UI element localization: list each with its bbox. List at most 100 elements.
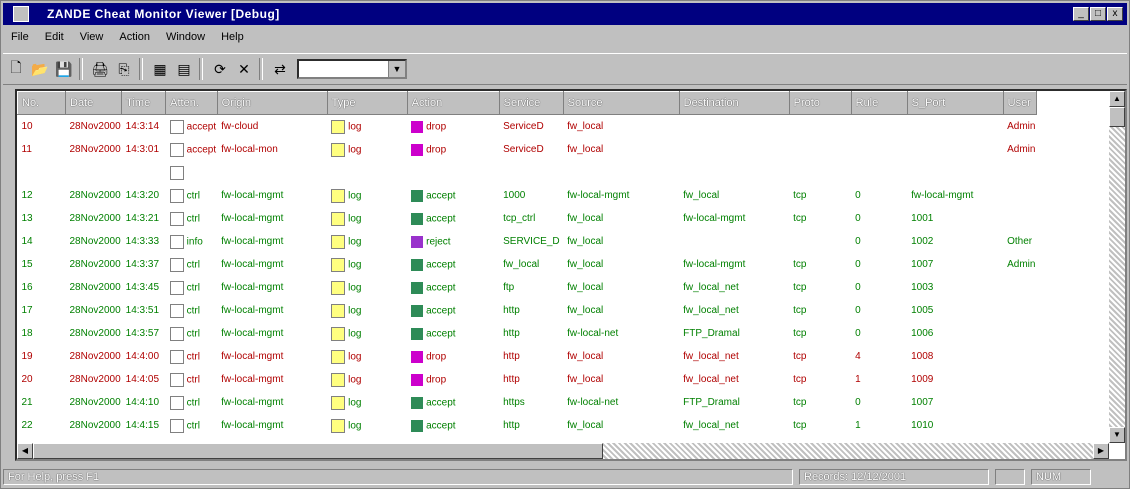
row-checkbox[interactable]	[169, 188, 184, 203]
table-row[interactable]: 21 28Nov2000 14:4:10 ctrl fw-local-mgmt log ac…	[18, 391, 1037, 414]
cell-action: reject	[407, 230, 499, 253]
vertical-scrollbar[interactable]: ▲ ▼	[1109, 91, 1125, 443]
row-checkbox[interactable]	[169, 395, 184, 410]
table-row[interactable]: 17 28Nov2000 14:3:51 ctrl fw-local-mgmt log ac…	[18, 299, 1037, 322]
table-row[interactable]: 19 28Nov2000 14:4:00 ctrl fw-local-mgmt log dr…	[18, 345, 1037, 368]
horizontal-scroll-thumb[interactable]	[33, 443, 603, 459]
column-header[interactable]: Type	[326, 91, 408, 115]
cell-destination	[679, 230, 789, 253]
print-icon[interactable]: 🖨	[89, 58, 111, 80]
column-header[interactable]: Proto	[788, 91, 852, 115]
scroll-left-icon[interactable]: ◀	[17, 443, 33, 459]
accept-icon	[411, 327, 424, 340]
table-row[interactable]: 22 28Nov2000 14:4:15 ctrl fw-local-mgmt log ac…	[18, 414, 1037, 437]
column-header[interactable]: No.	[17, 91, 66, 115]
cell-source: fw_local	[563, 299, 679, 322]
log-type-icon	[331, 257, 346, 272]
row-checkbox[interactable]	[169, 349, 184, 364]
cell-text: FTP_Dramal	[683, 328, 740, 339]
cell-text: http	[503, 351, 520, 362]
accept-icon	[411, 281, 424, 294]
scroll-down-icon[interactable]: ▼	[1109, 427, 1125, 443]
row-checkbox[interactable]	[169, 119, 184, 134]
table-row[interactable]: 11 28Nov2000 14:3:01 accept fw-local-mon log d…	[18, 138, 1037, 161]
table-row[interactable]: 20 28Nov2000 14:4:05 ctrl fw-local-mgmt log dr…	[18, 368, 1037, 391]
table-row[interactable]	[18, 161, 1037, 184]
title-bar[interactable]: ZANDE Cheat Monitor Viewer [Debug] _ □ x	[3, 3, 1127, 25]
row-checkbox[interactable]	[169, 142, 184, 157]
cell-origin: fw-local-mgmt	[217, 368, 327, 391]
save-icon[interactable]: 💾	[53, 58, 75, 80]
row-checkbox[interactable]	[169, 326, 184, 341]
table-row[interactable]: 10 28Nov2000 14:3:14 accept fw-cloud log drop S…	[18, 115, 1037, 139]
copy-icon[interactable]: ⎘	[113, 58, 135, 80]
row-checkbox[interactable]	[169, 211, 184, 226]
cell-text: ctrl	[186, 397, 200, 409]
cell-destination	[679, 115, 789, 139]
vertical-scroll-thumb[interactable]	[1109, 107, 1125, 127]
log-type-icon	[331, 395, 346, 410]
cell-text: log	[348, 305, 362, 317]
column-header[interactable]: Action	[406, 91, 500, 115]
maximize-button[interactable]: □	[1090, 7, 1106, 21]
menu-action[interactable]: Action	[111, 31, 158, 43]
table-row[interactable]: 13 28Nov2000 14:3:21 ctrl fw-local-mgmt log ac…	[18, 207, 1037, 230]
menu-file[interactable]: File	[3, 31, 37, 43]
table-row[interactable]: 15 28Nov2000 14:3:37 ctrl fw-local-mgmt log ac…	[18, 253, 1037, 276]
cell-proto: tcp	[789, 299, 851, 322]
column-header[interactable]: S_Port	[906, 91, 1004, 115]
log-type-icon	[331, 303, 346, 318]
cell-text: 14:4:05	[125, 374, 160, 385]
row-checkbox[interactable]	[169, 234, 184, 249]
cell-text: fw-cloud	[221, 121, 259, 132]
minimize-button[interactable]: _	[1073, 7, 1089, 21]
close-button[interactable]: x	[1107, 7, 1123, 21]
row-checkbox[interactable]	[169, 257, 184, 272]
filter-combo[interactable]: ▼	[297, 59, 407, 79]
row-checkbox[interactable]	[169, 303, 184, 318]
new-icon[interactable]: 🗋	[5, 58, 27, 80]
column-header[interactable]: Origin	[216, 91, 328, 115]
cell-text: 28Nov2000	[69, 144, 121, 155]
table-row[interactable]: 16 28Nov2000 14:3:45 ctrl fw-local-mgmt log ac…	[18, 276, 1037, 299]
menu-help[interactable]: Help	[213, 31, 252, 43]
cell-text: 14:4:00	[125, 351, 160, 362]
sort-icon[interactable]: ▤	[173, 58, 195, 80]
cell-rule: 4	[851, 345, 907, 368]
menu-view[interactable]: View	[72, 31, 112, 43]
row-checkbox[interactable]	[169, 372, 184, 387]
scroll-up-icon[interactable]: ▲	[1109, 91, 1125, 107]
column-header[interactable]: Date	[64, 91, 123, 115]
scroll-right-icon[interactable]: ▶	[1093, 443, 1109, 459]
cell-destination: FTP_Dramal	[679, 322, 789, 345]
column-header[interactable]: Time	[121, 91, 167, 115]
column-header[interactable]: Service	[498, 91, 564, 115]
row-checkbox[interactable]	[169, 280, 184, 295]
cell-text: accept	[426, 328, 456, 340]
row-checkbox[interactable]	[169, 418, 184, 433]
table-row[interactable]: 14 28Nov2000 14:3:33 info fw-local-mgmt log re…	[18, 230, 1037, 253]
menu-edit[interactable]: Edit	[37, 31, 72, 43]
open-icon[interactable]: 📂	[29, 58, 51, 80]
cell-proto: tcp	[789, 207, 851, 230]
connect-icon[interactable]: ⇄	[269, 58, 291, 80]
filter-icon[interactable]: ▦	[149, 58, 171, 80]
menu-window[interactable]: Window	[158, 31, 213, 43]
column-header[interactable]: Source	[562, 91, 680, 115]
table-row[interactable]: 18 28Nov2000 14:3:57 ctrl fw-local-mgmt log ac…	[18, 322, 1037, 345]
row-checkbox[interactable]	[169, 165, 184, 180]
cell-rule	[851, 115, 907, 139]
chevron-down-icon[interactable]: ▼	[388, 61, 405, 77]
column-header[interactable]: User	[1002, 91, 1037, 115]
column-header[interactable]: Atten.	[165, 91, 218, 115]
cell-atten: accept	[166, 115, 217, 139]
cell-type: log	[327, 115, 407, 139]
table-row[interactable]: 12 28Nov2000 14:3:20 ctrl fw-local-mgmt log ac…	[18, 184, 1037, 207]
horizontal-scrollbar[interactable]: ◀ ▶	[17, 443, 1109, 459]
refresh-icon[interactable]: ⟳	[209, 58, 231, 80]
cell-user	[1003, 161, 1036, 184]
column-header[interactable]: Rule	[850, 91, 908, 115]
column-header[interactable]: Destination	[678, 91, 790, 115]
status-bar: For Help, press F1 Records: 12/12/2001 N…	[3, 467, 1127, 487]
clear-icon[interactable]: ✕	[233, 58, 255, 80]
